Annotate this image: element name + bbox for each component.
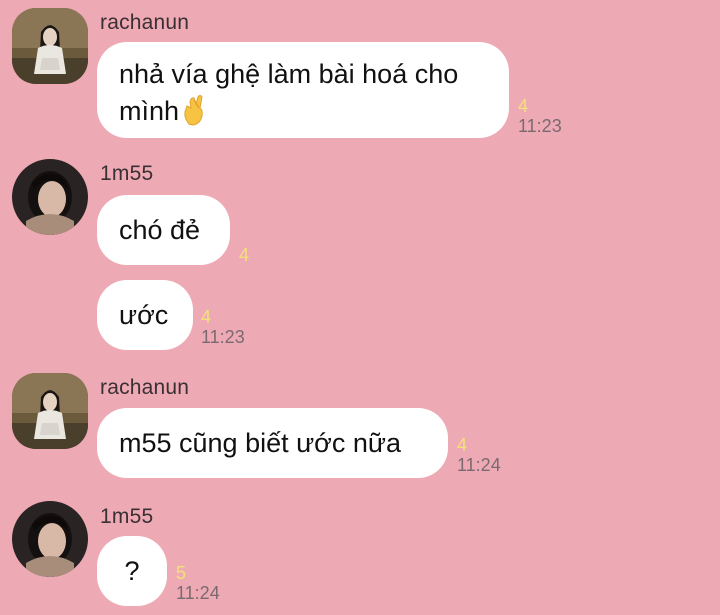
message-bubble[interactable]: chó đẻ bbox=[97, 195, 230, 265]
message-bubble[interactable]: ? bbox=[97, 536, 167, 606]
message-meta: 4 bbox=[239, 245, 249, 265]
message-meta: 5 11:24 bbox=[176, 563, 220, 603]
read-count: 4 bbox=[457, 435, 468, 455]
avatar-rachanun[interactable] bbox=[12, 8, 88, 84]
sender-name: 1m55 bbox=[100, 505, 154, 528]
profile-photo-icon bbox=[12, 373, 88, 449]
message-text: m55 cũng biết ước nữa bbox=[119, 427, 401, 458]
timestamp: 11:23 bbox=[201, 327, 245, 347]
sender-name: rachanun bbox=[100, 11, 190, 34]
crossed-fingers-icon bbox=[181, 94, 207, 126]
message-meta: 4 11:23 bbox=[518, 96, 562, 136]
sender-name: 1m55 bbox=[100, 162, 154, 185]
message-text: ước bbox=[119, 299, 169, 330]
message-bubble[interactable]: ước bbox=[97, 280, 193, 350]
profile-photo-icon bbox=[12, 159, 88, 235]
read-count: 4 bbox=[201, 307, 212, 327]
profile-photo-icon bbox=[12, 8, 88, 84]
timestamp: 11:24 bbox=[176, 583, 220, 603]
message-text: ? bbox=[124, 555, 140, 586]
read-count: 4 bbox=[239, 245, 250, 265]
message-meta: 4 11:24 bbox=[457, 435, 501, 475]
read-count: 5 bbox=[176, 563, 187, 583]
timestamp: 11:23 bbox=[518, 116, 562, 136]
avatar-rachanun[interactable] bbox=[12, 373, 88, 449]
message-text: chó đẻ bbox=[119, 214, 201, 245]
message-meta: 4 11:23 bbox=[201, 307, 245, 347]
avatar-1m55[interactable] bbox=[12, 159, 88, 235]
message-bubble[interactable]: nhả vía ghệ làm bài hoá cho mình bbox=[97, 42, 509, 138]
avatar-1m55[interactable] bbox=[12, 501, 88, 577]
read-count: 4 bbox=[518, 96, 529, 116]
message-text: nhả vía ghệ làm bài hoá cho mình bbox=[119, 59, 459, 126]
timestamp: 11:24 bbox=[457, 455, 501, 475]
profile-photo-icon bbox=[12, 501, 88, 577]
message-bubble[interactable]: m55 cũng biết ước nữa bbox=[97, 408, 448, 478]
sender-name: rachanun bbox=[100, 376, 190, 399]
chat-conversation: rachanun nhả vía ghệ làm bài hoá cho mìn… bbox=[0, 0, 720, 615]
